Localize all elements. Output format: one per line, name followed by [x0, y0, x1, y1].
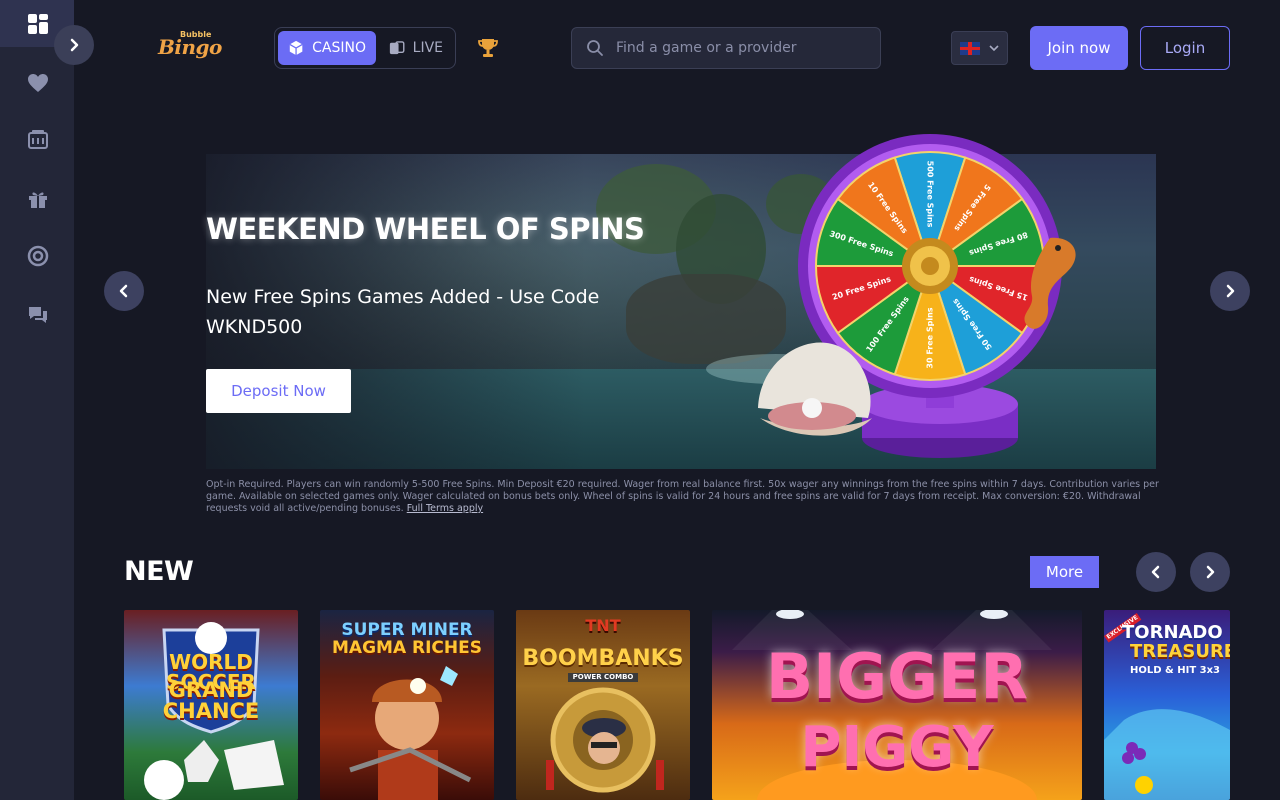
- banner-title: WEEKEND WHEEL OF SPINS: [206, 212, 645, 246]
- lifebuoy-icon[interactable]: [25, 243, 51, 269]
- game-title-line2: TREASURE: [1130, 641, 1230, 662]
- site-logo[interactable]: Bubble Bingo: [158, 30, 222, 66]
- sidebar: [0, 0, 74, 800]
- casino-icon[interactable]: [25, 127, 51, 153]
- games-prev-button[interactable]: [1136, 552, 1176, 592]
- games-next-button[interactable]: [1190, 552, 1230, 592]
- banner-next-button[interactable]: [1210, 271, 1250, 311]
- trophy-icon[interactable]: [476, 36, 500, 60]
- join-now-button[interactable]: Join now: [1030, 26, 1128, 70]
- language-selector[interactable]: [951, 31, 1008, 65]
- chevron-left-icon: [1151, 565, 1160, 579]
- tab-live-label: LIVE: [412, 40, 443, 56]
- game-title-line1: SUPER MINER: [341, 620, 473, 640]
- game-title-line1: BIGGER: [765, 640, 1029, 713]
- dashboard-icon[interactable]: [25, 11, 51, 37]
- game-title-line3: POWER COMBO: [568, 673, 638, 682]
- sidebar-expand-button[interactable]: [54, 25, 94, 65]
- game-tile[interactable]: BIGGER PIGGY: [712, 610, 1082, 800]
- tab-casino-label: CASINO: [312, 40, 366, 56]
- game-title-line2: BOOMBANKS: [522, 646, 684, 671]
- banner-subtitle: New Free Spins Games Added - Use Code WK…: [206, 286, 600, 338]
- logo-big-text: Bingo: [158, 35, 222, 59]
- section-title-new: NEW: [124, 556, 194, 587]
- search-icon: [587, 40, 603, 56]
- game-tile[interactable]: TNT BOOMBANKS POWER COMBO: [516, 610, 690, 800]
- login-button[interactable]: Login: [1140, 26, 1230, 70]
- banner-prev-button[interactable]: [104, 271, 144, 311]
- game-title-line3: HOLD & HIT 3x3: [1130, 665, 1220, 676]
- search-input[interactable]: [616, 40, 866, 56]
- tab-live[interactable]: LIVE: [379, 31, 453, 65]
- game-tile[interactable]: WORLD SOCCER GRAND CHANCE: [124, 610, 298, 800]
- more-button[interactable]: More: [1030, 556, 1099, 588]
- terms-text: Opt-in Required. Players can win randoml…: [206, 479, 1161, 515]
- mode-toggle: CASINO LIVE: [274, 27, 456, 69]
- full-terms-link[interactable]: Full Terms apply: [407, 503, 483, 514]
- game-tile[interactable]: EXCLUSIVE TORNADO TREASURE HOLD & HIT 3x…: [1104, 610, 1230, 800]
- gift-icon[interactable]: [25, 186, 51, 212]
- help-chat-icon[interactable]: [25, 302, 51, 328]
- heart-icon[interactable]: [25, 70, 51, 96]
- game-title-line2: MAGMA RICHES: [332, 638, 482, 658]
- game-title-line1: TNT: [585, 616, 621, 635]
- prize-wheel: 500 Free Spins 5 Free Spins80 Free Spins1…: [758, 134, 1076, 458]
- deposit-now-button[interactable]: Deposit Now: [206, 369, 351, 413]
- chevron-left-icon: [119, 284, 128, 298]
- chevron-right-icon: [1226, 284, 1235, 298]
- uk-flag-icon: [959, 41, 980, 55]
- game-title-line1: TORNADO: [1122, 622, 1223, 643]
- wheel-segment-label: 30 Free Spins: [926, 307, 935, 368]
- search-bar[interactable]: [571, 27, 881, 69]
- game-title-line2: PIGGY: [800, 715, 994, 780]
- live-cards-icon: [389, 41, 405, 55]
- terms-body: Opt-in Required. Players can win randoml…: [206, 479, 1159, 514]
- chevron-right-icon: [70, 38, 79, 52]
- game-art: [546, 687, 664, 793]
- chevron-down-icon: [988, 45, 999, 52]
- chevron-right-icon: [1206, 565, 1215, 579]
- game-title-line2: GRAND CHANCE: [162, 678, 260, 723]
- cube-icon: [289, 40, 303, 56]
- game-tile[interactable]: SUPER MINER MAGMA RICHES: [320, 610, 494, 800]
- tab-casino[interactable]: CASINO: [278, 31, 376, 65]
- wheel-segment-label: 500 Free Spins: [926, 161, 935, 228]
